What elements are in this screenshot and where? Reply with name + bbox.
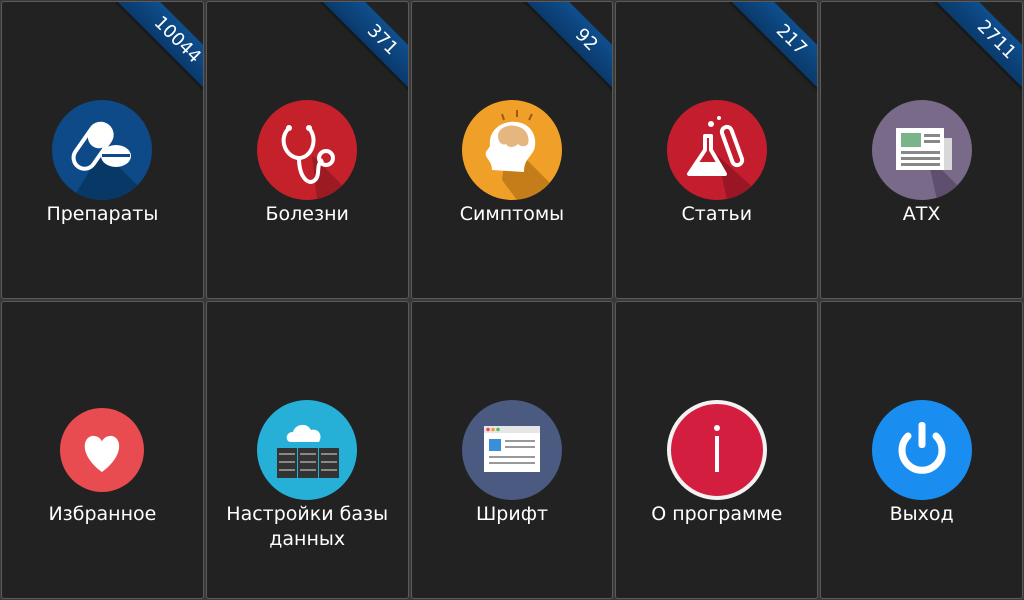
tile-about[interactable]: О программе <box>615 301 819 599</box>
tile-exit[interactable]: Выход <box>820 301 1023 599</box>
flask-icon <box>666 100 767 200</box>
tile-label: Настройки базы данных <box>226 503 389 550</box>
count-badge: 10044 <box>149 12 204 68</box>
tile-label: АТХ <box>902 203 941 225</box>
tile-diseases[interactable]: 371 Болезни <box>205 1 409 299</box>
tile-preparations[interactable]: 10044 Препараты <box>1 1 204 299</box>
newspaper-icon <box>871 100 972 200</box>
tile-label: Выход <box>889 503 954 525</box>
cloud-server-icon <box>257 400 358 500</box>
count-ribbon: 217 <box>721 2 818 98</box>
pills-icon <box>52 100 153 200</box>
head-brain-icon <box>461 100 562 200</box>
tile-label: О программе <box>651 503 783 525</box>
power-icon <box>871 400 972 500</box>
count-ribbon: 10044 <box>106 2 204 98</box>
info-icon <box>666 400 767 500</box>
tile-label: Симптомы <box>459 203 565 225</box>
tile-symptoms[interactable]: 92 Симптомы <box>410 1 614 299</box>
tile-favorites[interactable]: Избранное <box>1 301 204 599</box>
count-badge: 2711 <box>972 16 1021 64</box>
count-badge: 217 <box>772 20 812 60</box>
tile-label: Шрифт <box>475 503 549 525</box>
tile-label: Статьи <box>681 203 753 225</box>
count-ribbon: 371 <box>311 2 408 98</box>
heart-icon <box>60 408 145 492</box>
main-menu-grid: 10044 Препараты 371 Болезни 92 Симптомы … <box>0 0 1024 600</box>
window-icon <box>461 400 562 500</box>
tile-font[interactable]: Шрифт <box>410 301 614 599</box>
tile-label: Препараты <box>46 203 159 225</box>
count-ribbon: 92 <box>516 2 613 98</box>
count-badge: 371 <box>362 20 402 60</box>
count-ribbon: 2711 <box>926 2 1023 98</box>
tile-articles[interactable]: 217 Статьи <box>615 1 819 299</box>
tile-database-settings[interactable]: Настройки базы данных <box>205 301 409 599</box>
stethoscope-icon <box>257 100 358 200</box>
tile-atc[interactable]: 2711 АТХ <box>820 1 1023 299</box>
tile-label: Избранное <box>48 503 157 525</box>
count-badge: 92 <box>571 24 603 56</box>
tile-label: Болезни <box>265 203 349 225</box>
